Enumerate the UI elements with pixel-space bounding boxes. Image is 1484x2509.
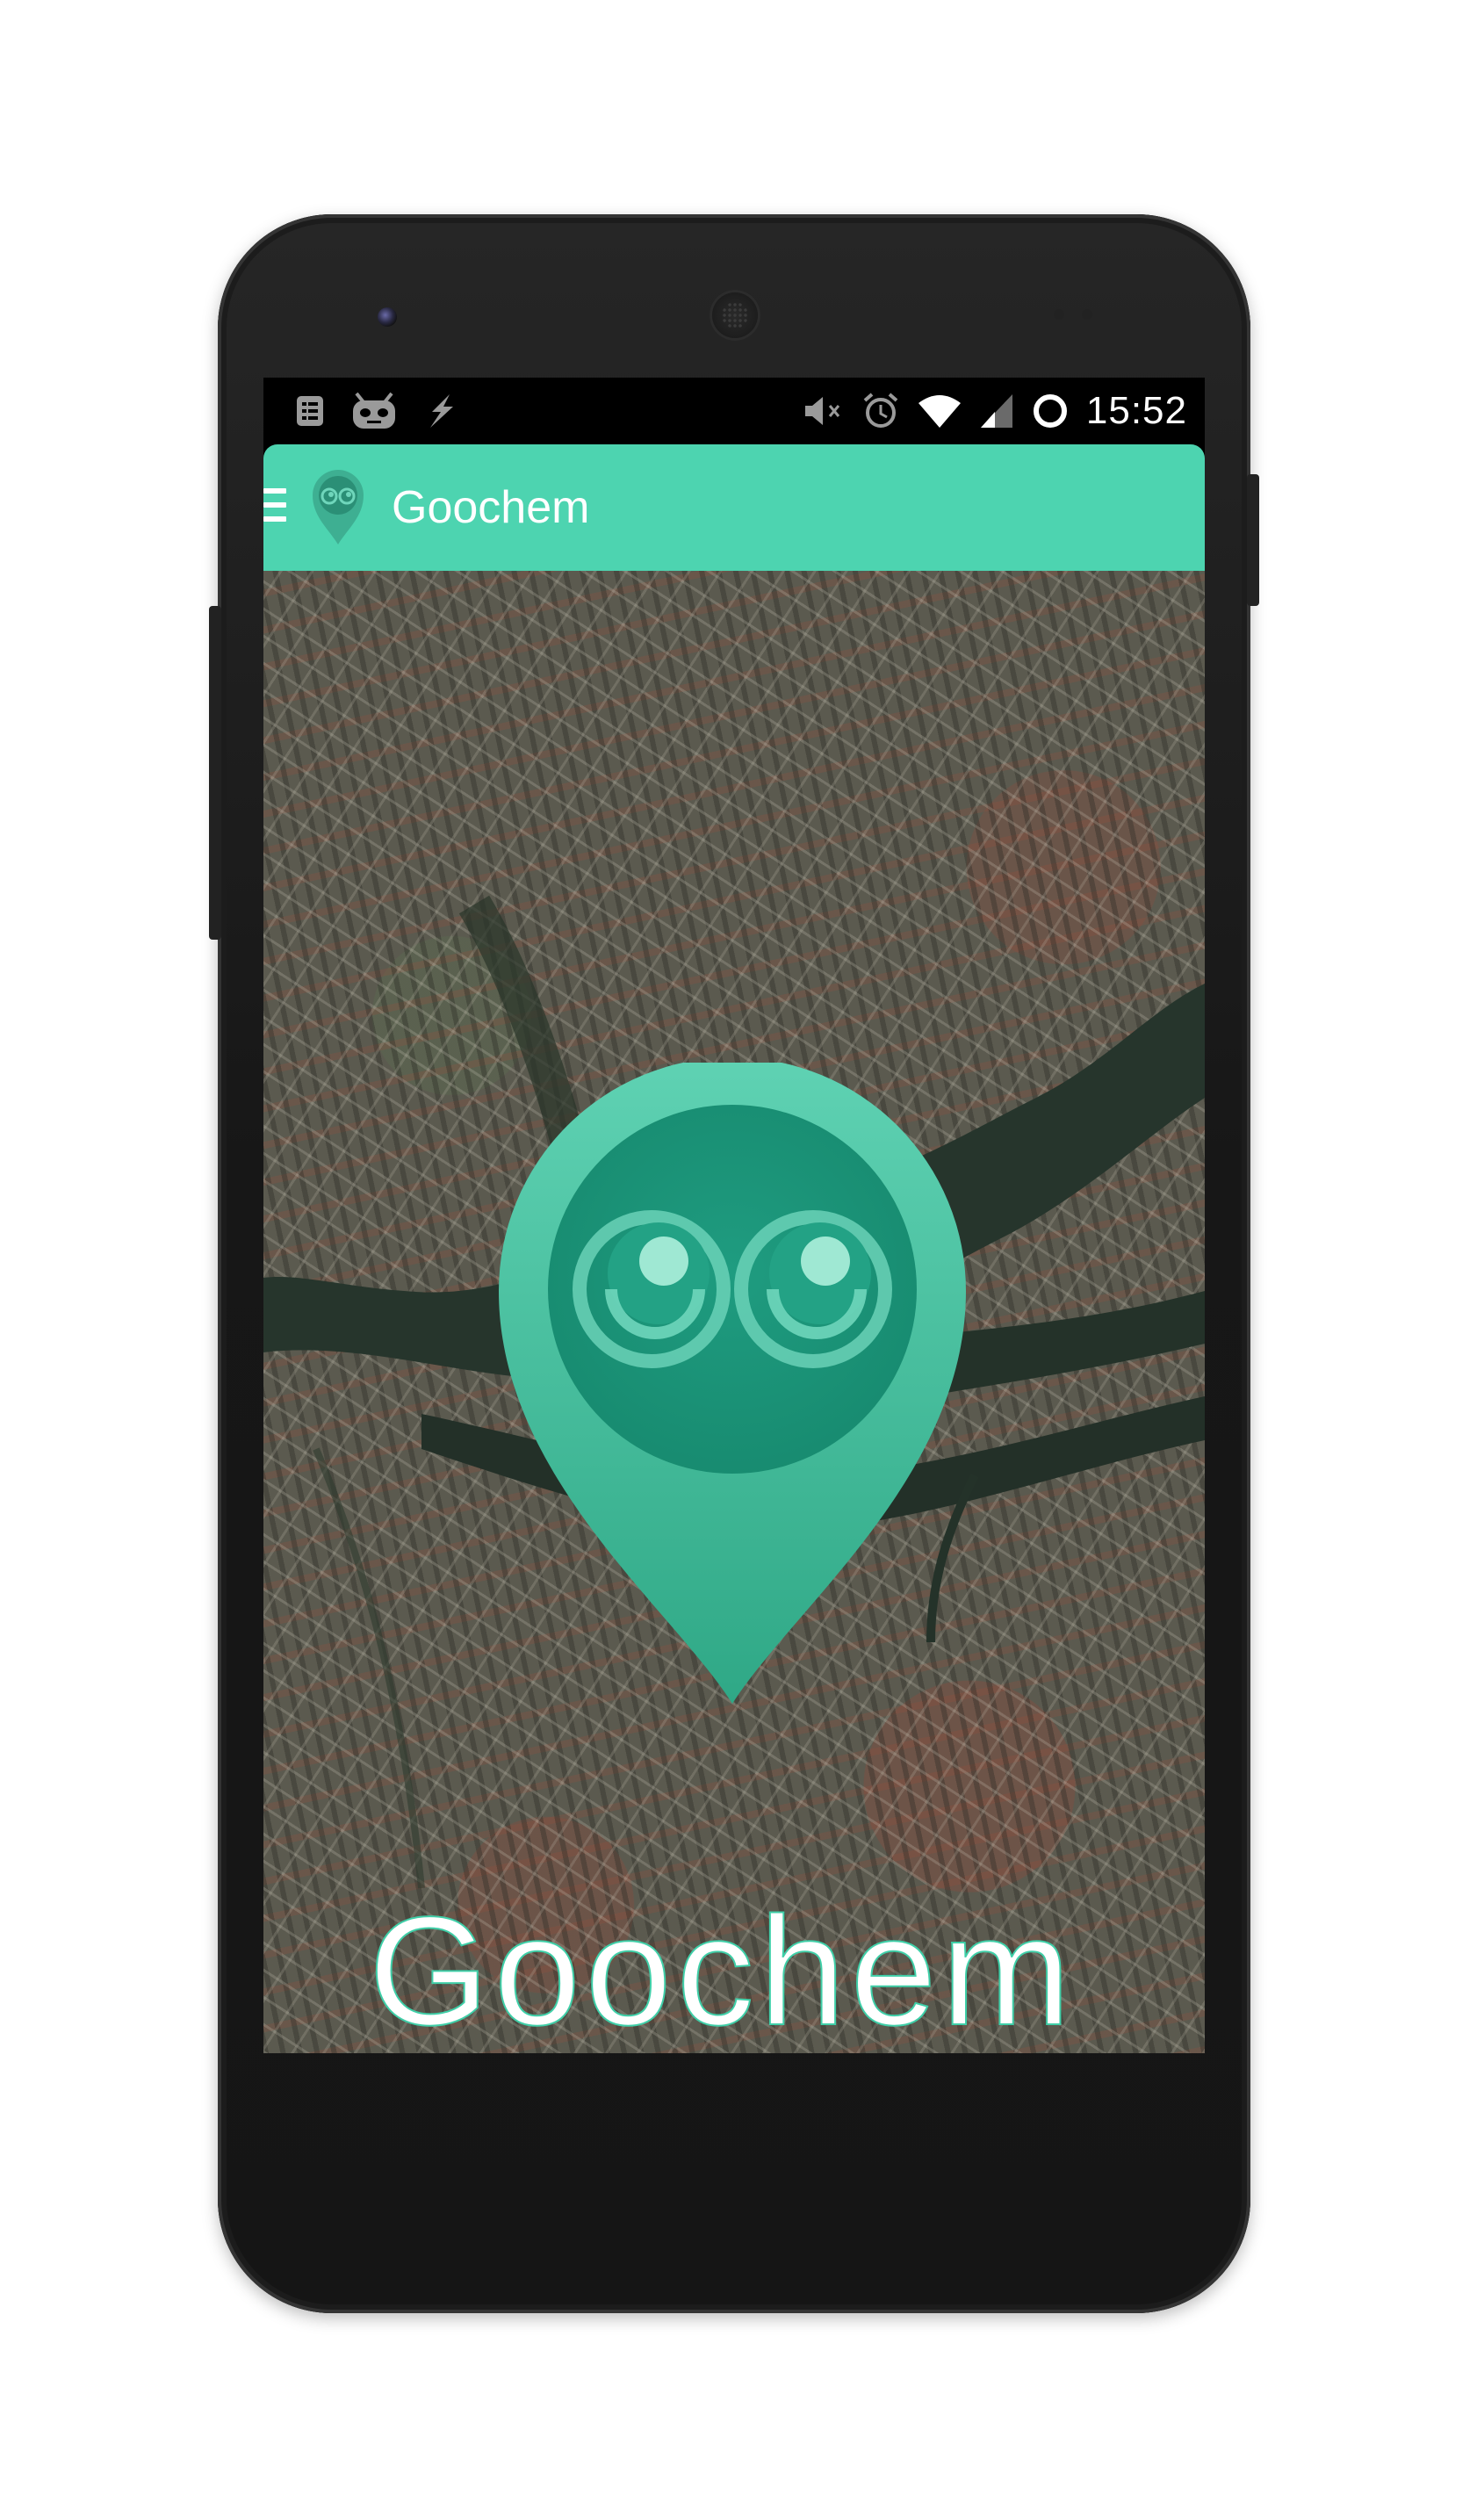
light-sensor xyxy=(1082,309,1092,320)
cyanogen-android-icon xyxy=(351,392,397,430)
status-bar: 15:52 xyxy=(263,378,1205,444)
goochem-wordmark: Goochem xyxy=(368,1885,1089,2053)
proximity-sensor xyxy=(1054,309,1064,320)
wordmark-text: Goochem xyxy=(369,1901,1076,2051)
earpiece-speaker xyxy=(710,290,760,341)
satellite-map: Goochem xyxy=(263,571,1205,2053)
goochem-pin-logo-icon[interactable] xyxy=(309,467,367,546)
hamburger-menu-icon[interactable] xyxy=(263,488,290,527)
app-title: Goochem xyxy=(392,482,590,533)
screen: 15:52 Goochem Goochem xyxy=(263,378,1205,2053)
power-button xyxy=(1247,474,1259,606)
alarm-icon xyxy=(861,392,900,430)
circle-status-icon xyxy=(1032,393,1069,429)
front-camera xyxy=(378,307,397,327)
wifi-icon xyxy=(918,393,962,429)
notification-list-icon xyxy=(295,394,325,428)
signal-icon xyxy=(979,393,1014,429)
volume-button xyxy=(209,606,221,940)
flash-icon xyxy=(423,393,458,429)
app-bar: Goochem xyxy=(263,444,1205,571)
muted-volume-icon xyxy=(803,393,844,429)
status-clock: 15:52 xyxy=(1085,389,1187,432)
goochem-location-pin-eyes-icon xyxy=(495,1057,969,1712)
